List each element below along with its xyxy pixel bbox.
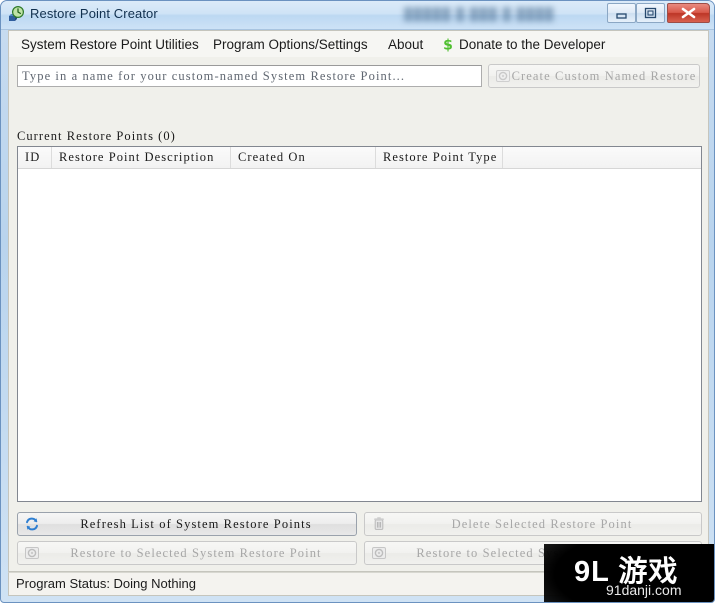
program-status-text: Program Status: Doing Nothing: [16, 576, 196, 591]
menu-item-about[interactable]: About: [386, 35, 425, 54]
title-bar[interactable]: Restore Point Creator █████ █ ███ █ ████: [1, 1, 714, 30]
menu-item-donate-to-the-developer[interactable]: $ Donate to the Developer: [439, 35, 607, 54]
site-watermark: 9L 游戏 91danji.com: [544, 544, 714, 602]
svg-text:$: $: [443, 38, 453, 53]
restore-disk-icon: [24, 545, 40, 561]
refresh-list-button[interactable]: Refresh List of System Restore Points: [17, 512, 357, 536]
column-header-description[interactable]: Restore Point Description: [52, 147, 231, 168]
menu-item-label: Donate to the Developer: [459, 37, 606, 52]
restore-points-list[interactable]: ID Restore Point Description Created On …: [17, 146, 702, 502]
button-label: Create Custom Named Restore: [511, 69, 697, 83]
menu-item-program-options-settings[interactable]: Program Options/Settings: [211, 35, 370, 54]
column-header-type[interactable]: Restore Point Type: [376, 147, 503, 168]
button-label: Refresh List of System Restore Points: [80, 517, 312, 531]
title-bar-blurred-text: █████ █ ███ █ ████: [404, 7, 555, 21]
restore-point-name-input[interactable]: [17, 65, 482, 87]
menu-item-label: Program Options/Settings: [213, 37, 368, 52]
list-header-row: ID Restore Point Description Created On …: [18, 147, 701, 169]
column-header-id[interactable]: ID: [18, 147, 52, 168]
button-label: Delete Selected Restore Point: [451, 517, 633, 531]
menu-item-label: System Restore Point Utilities: [21, 37, 199, 52]
restore-disk-icon: [371, 545, 387, 561]
maximize-button[interactable]: [636, 3, 665, 23]
close-button[interactable]: [667, 3, 710, 23]
watermark-url-text: 91danji.com: [606, 582, 682, 598]
dollar-icon: $: [441, 37, 455, 54]
menu-item-label: About: [388, 37, 424, 52]
menu-bar: System Restore Point Utilities Program O…: [8, 30, 709, 57]
menu-item-system-restore-point-utilities[interactable]: System Restore Point Utilities: [19, 35, 201, 54]
window-title: Restore Point Creator: [30, 6, 158, 21]
button-label: Restore to Selected System Restore Point: [70, 546, 322, 560]
delete-selected-restore-point-button[interactable]: Delete Selected Restore Point: [364, 512, 702, 536]
minimize-button[interactable]: [607, 3, 636, 23]
application-window: Restore Point Creator █████ █ ███ █ ████…: [0, 0, 715, 603]
current-restore-points-label: Current Restore Points (0): [17, 129, 176, 143]
restore-disk-icon: [495, 68, 511, 84]
refresh-icon: [24, 516, 40, 532]
trash-icon: [371, 516, 387, 532]
restore-clock-icon: [8, 5, 25, 23]
column-header-created-on[interactable]: Created On: [231, 147, 376, 168]
column-header-spacer: [503, 147, 701, 168]
client-area: Create Custom Named Restore Create Syste…: [8, 57, 709, 572]
create-custom-named-restore-button[interactable]: Create Custom Named Restore: [488, 64, 700, 88]
restore-to-selected-restore-point-button-left[interactable]: Restore to Selected System Restore Point: [17, 541, 357, 565]
